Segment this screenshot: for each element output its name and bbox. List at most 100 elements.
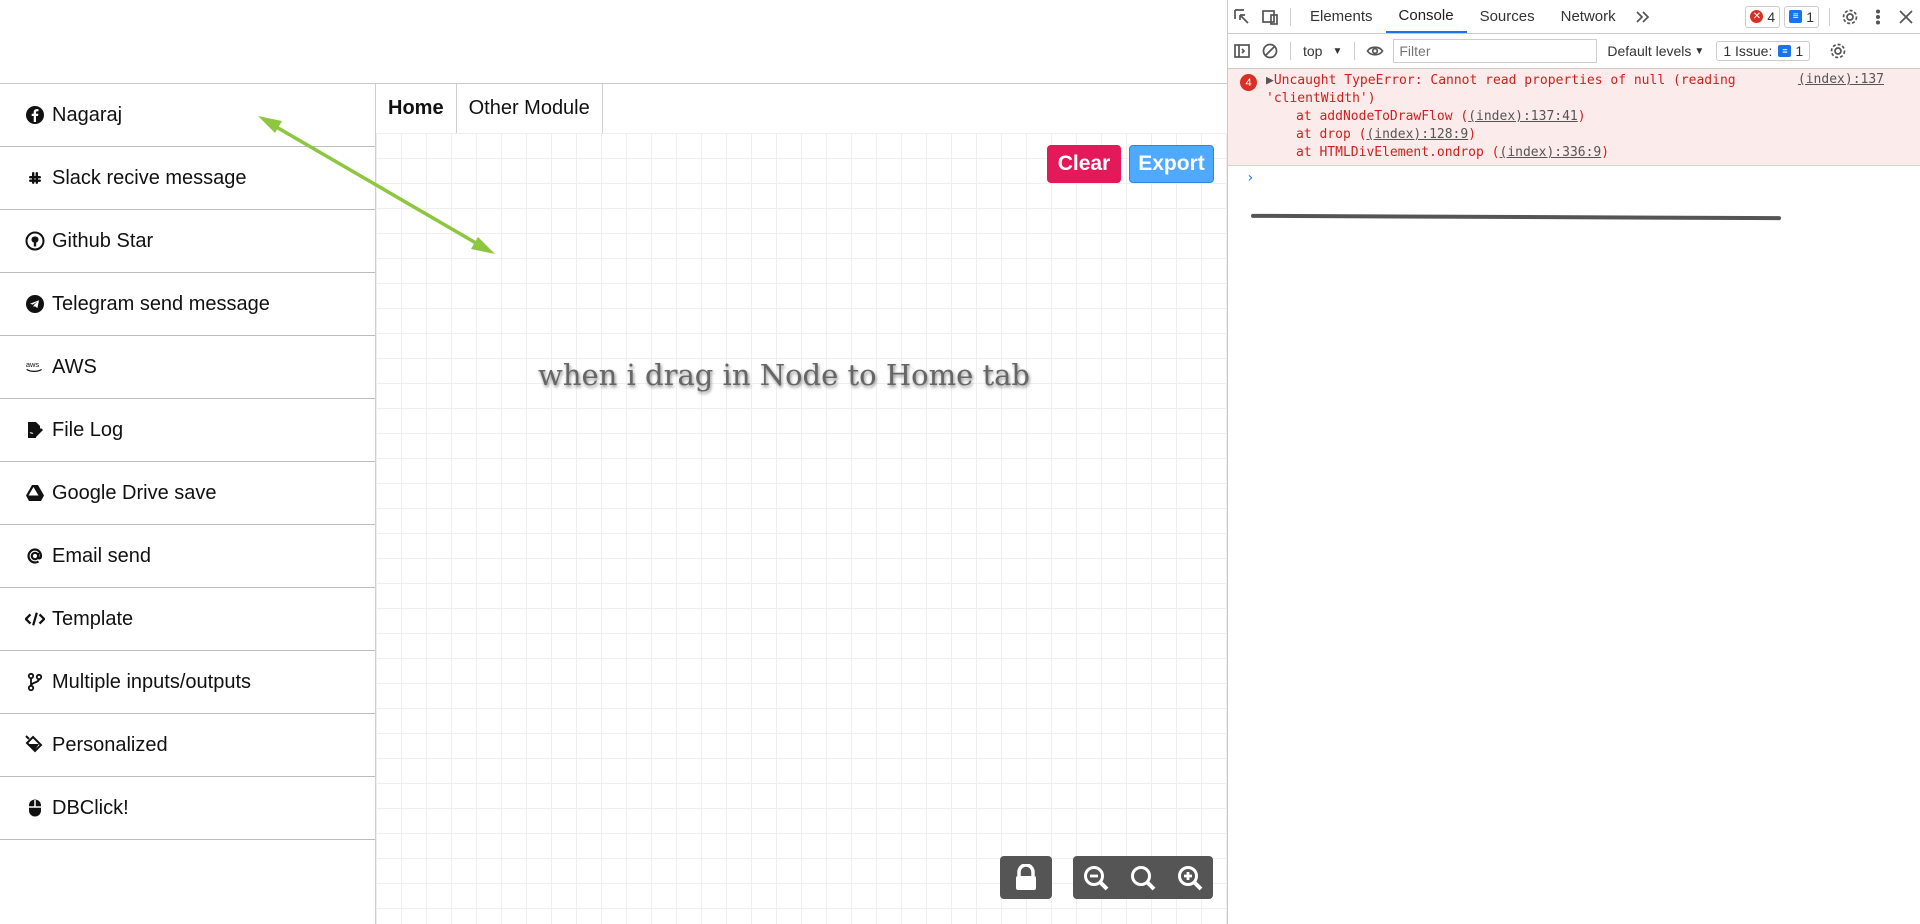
toolbar-right: ✕ 4 ≡ 1 bbox=[1745, 0, 1920, 33]
error-repeat-count: 4 bbox=[1240, 74, 1257, 91]
node-item-telegram[interactable]: Telegram send message bbox=[0, 273, 375, 336]
kebab-menu-icon bbox=[1875, 8, 1881, 25]
tab-elements[interactable]: Elements bbox=[1297, 0, 1386, 33]
node-item-facebook[interactable]: Nagaraj bbox=[0, 84, 375, 147]
node-label: Slack recive message bbox=[52, 166, 247, 189]
context-value: top bbox=[1303, 43, 1323, 59]
message-badge[interactable]: ≡ 1 bbox=[1784, 5, 1819, 28]
chevron-double-right-icon bbox=[1636, 10, 1649, 23]
node-label: File Log bbox=[52, 418, 124, 441]
zoom-out-icon[interactable] bbox=[1082, 864, 1110, 892]
node-item-multiple[interactable]: Multiple inputs/outputs bbox=[0, 651, 375, 714]
stack-frame: at drop ((index):128:9) bbox=[1240, 126, 1912, 144]
telegram-icon bbox=[24, 293, 46, 315]
live-expression-button[interactable] bbox=[1361, 37, 1389, 65]
sidebar-toggle-button[interactable] bbox=[1228, 37, 1256, 65]
drawflow-canvas[interactable]: Clear Export when i drag in Node to Home… bbox=[376, 133, 1227, 924]
log-levels-select[interactable]: Default levels ▼ bbox=[1607, 43, 1704, 59]
message-badge-count: 1 bbox=[1806, 8, 1814, 25]
mouse-icon bbox=[24, 797, 46, 819]
error-badge[interactable]: ✕ 4 bbox=[1745, 5, 1781, 28]
node-item-github[interactable]: Github Star bbox=[0, 210, 375, 273]
zoom-reset-icon[interactable] bbox=[1129, 864, 1157, 892]
log-levels-value: Default levels bbox=[1607, 43, 1692, 59]
error-message-text-1: Uncaught TypeError: Cannot read properti… bbox=[1273, 73, 1736, 88]
node-label: Template bbox=[52, 607, 134, 630]
stack-frame-text: ) bbox=[1577, 109, 1586, 124]
lock-button[interactable] bbox=[1000, 856, 1052, 899]
gear-icon bbox=[1842, 9, 1858, 24]
node-label: Personalized bbox=[52, 733, 168, 756]
console-prompt[interactable]: › bbox=[1228, 166, 1920, 190]
expand-triangle-icon[interactable]: ▶ bbox=[1266, 73, 1274, 88]
console-filter-input[interactable] bbox=[1393, 39, 1598, 63]
slack-icon bbox=[24, 167, 46, 189]
node-label: Telegram send message bbox=[52, 292, 270, 315]
device-toolbar-button[interactable] bbox=[1256, 3, 1284, 31]
tab-network[interactable]: Network bbox=[1548, 0, 1629, 33]
node-label: DBClick! bbox=[52, 796, 129, 819]
block-icon bbox=[1262, 43, 1278, 59]
stack-frame-text: ) bbox=[1468, 127, 1477, 142]
stack-frame-text: at drop ( bbox=[1296, 127, 1367, 142]
node-item-template[interactable]: Template bbox=[0, 588, 375, 651]
dropdown-arrow-icon: ▼ bbox=[1332, 45, 1343, 57]
toolbar-divider bbox=[1829, 7, 1830, 26]
node-sidebar: Nagaraj Slack recive message Github Star… bbox=[0, 84, 376, 924]
annotation-text: when i drag in Node to Home tab bbox=[538, 358, 1030, 392]
github-icon bbox=[24, 230, 46, 252]
inspect-element-button[interactable] bbox=[1228, 3, 1256, 31]
clear-button[interactable]: Clear bbox=[1047, 145, 1121, 183]
issues-button[interactable]: 1 Issue: ≡ 1 bbox=[1716, 41, 1811, 61]
close-icon bbox=[1899, 9, 1913, 24]
sidebar-icon bbox=[1234, 44, 1250, 58]
stack-frame-link[interactable]: (index):336:9 bbox=[1500, 145, 1602, 160]
error-icon: ✕ bbox=[1750, 10, 1764, 23]
console-settings-button[interactable] bbox=[1824, 37, 1852, 65]
more-tabs-button[interactable] bbox=[1629, 3, 1657, 31]
node-label: Nagaraj bbox=[52, 103, 123, 126]
message-icon: ≡ bbox=[1778, 45, 1792, 57]
console-error-message[interactable]: 4 ▶Uncaught TypeError: Cannot read prope… bbox=[1228, 69, 1920, 166]
clear-console-button[interactable] bbox=[1256, 37, 1284, 65]
customize-menu-button[interactable] bbox=[1864, 3, 1892, 31]
toolbar-divider bbox=[1290, 42, 1291, 60]
eye-icon bbox=[1366, 46, 1384, 56]
error-source-link[interactable]: (index):137 bbox=[1798, 72, 1884, 87]
facebook-icon bbox=[24, 104, 46, 126]
devtools-toolbar: Elements Console Sources Network ✕ 4 ≡ 1 bbox=[1228, 0, 1920, 34]
settings-button[interactable] bbox=[1836, 3, 1864, 31]
console-filter-bar: top ▼ Default levels ▼ 1 Issue: ≡ 1 bbox=[1228, 34, 1920, 69]
tab-console[interactable]: Console bbox=[1385, 0, 1467, 33]
node-item-email[interactable]: Email send bbox=[0, 525, 375, 588]
stack-frame-link[interactable]: (index):137:41 bbox=[1468, 109, 1578, 124]
console-output: 4 ▶Uncaught TypeError: Cannot read prope… bbox=[1228, 69, 1920, 190]
at-icon bbox=[24, 545, 46, 567]
zoom-controls bbox=[1073, 856, 1213, 899]
node-item-slack[interactable]: Slack recive message bbox=[0, 147, 375, 210]
tab-sources[interactable]: Sources bbox=[1467, 0, 1548, 33]
stack-frame-text: ) bbox=[1601, 145, 1610, 160]
node-item-dbclick[interactable]: DBClick! bbox=[0, 777, 375, 840]
stack-frame-link[interactable]: (index):128:9 bbox=[1366, 127, 1468, 142]
zoom-in-icon[interactable] bbox=[1176, 864, 1204, 892]
context-select[interactable]: top ▼ bbox=[1297, 43, 1348, 59]
node-item-google-drive[interactable]: Google Drive save bbox=[0, 462, 375, 525]
dropdown-arrow-icon: ▼ bbox=[1694, 45, 1705, 57]
error-message-text-2: 'clientWidth') bbox=[1266, 91, 1376, 106]
tab-home[interactable]: Home bbox=[376, 84, 457, 133]
stack-frame-text: at addNodeToDrawFlow ( bbox=[1296, 109, 1469, 124]
node-item-aws[interactable]: aws AWS bbox=[0, 336, 375, 399]
aws-icon: aws bbox=[24, 356, 46, 378]
node-item-personalized[interactable]: Personalized bbox=[0, 714, 375, 777]
export-button[interactable]: Export bbox=[1129, 145, 1214, 183]
node-label: AWS bbox=[52, 355, 97, 378]
gear-icon bbox=[1830, 43, 1846, 59]
inspect-icon bbox=[1234, 8, 1249, 24]
tab-other-module[interactable]: Other Module bbox=[457, 84, 603, 133]
svg-text:aws: aws bbox=[26, 360, 40, 369]
node-label: Google Drive save bbox=[52, 481, 217, 504]
node-item-file-log[interactable]: File Log bbox=[0, 399, 375, 462]
close-devtools-button[interactable] bbox=[1892, 3, 1920, 31]
stack-frame-text: at HTMLDivElement.ondrop ( bbox=[1296, 145, 1500, 160]
